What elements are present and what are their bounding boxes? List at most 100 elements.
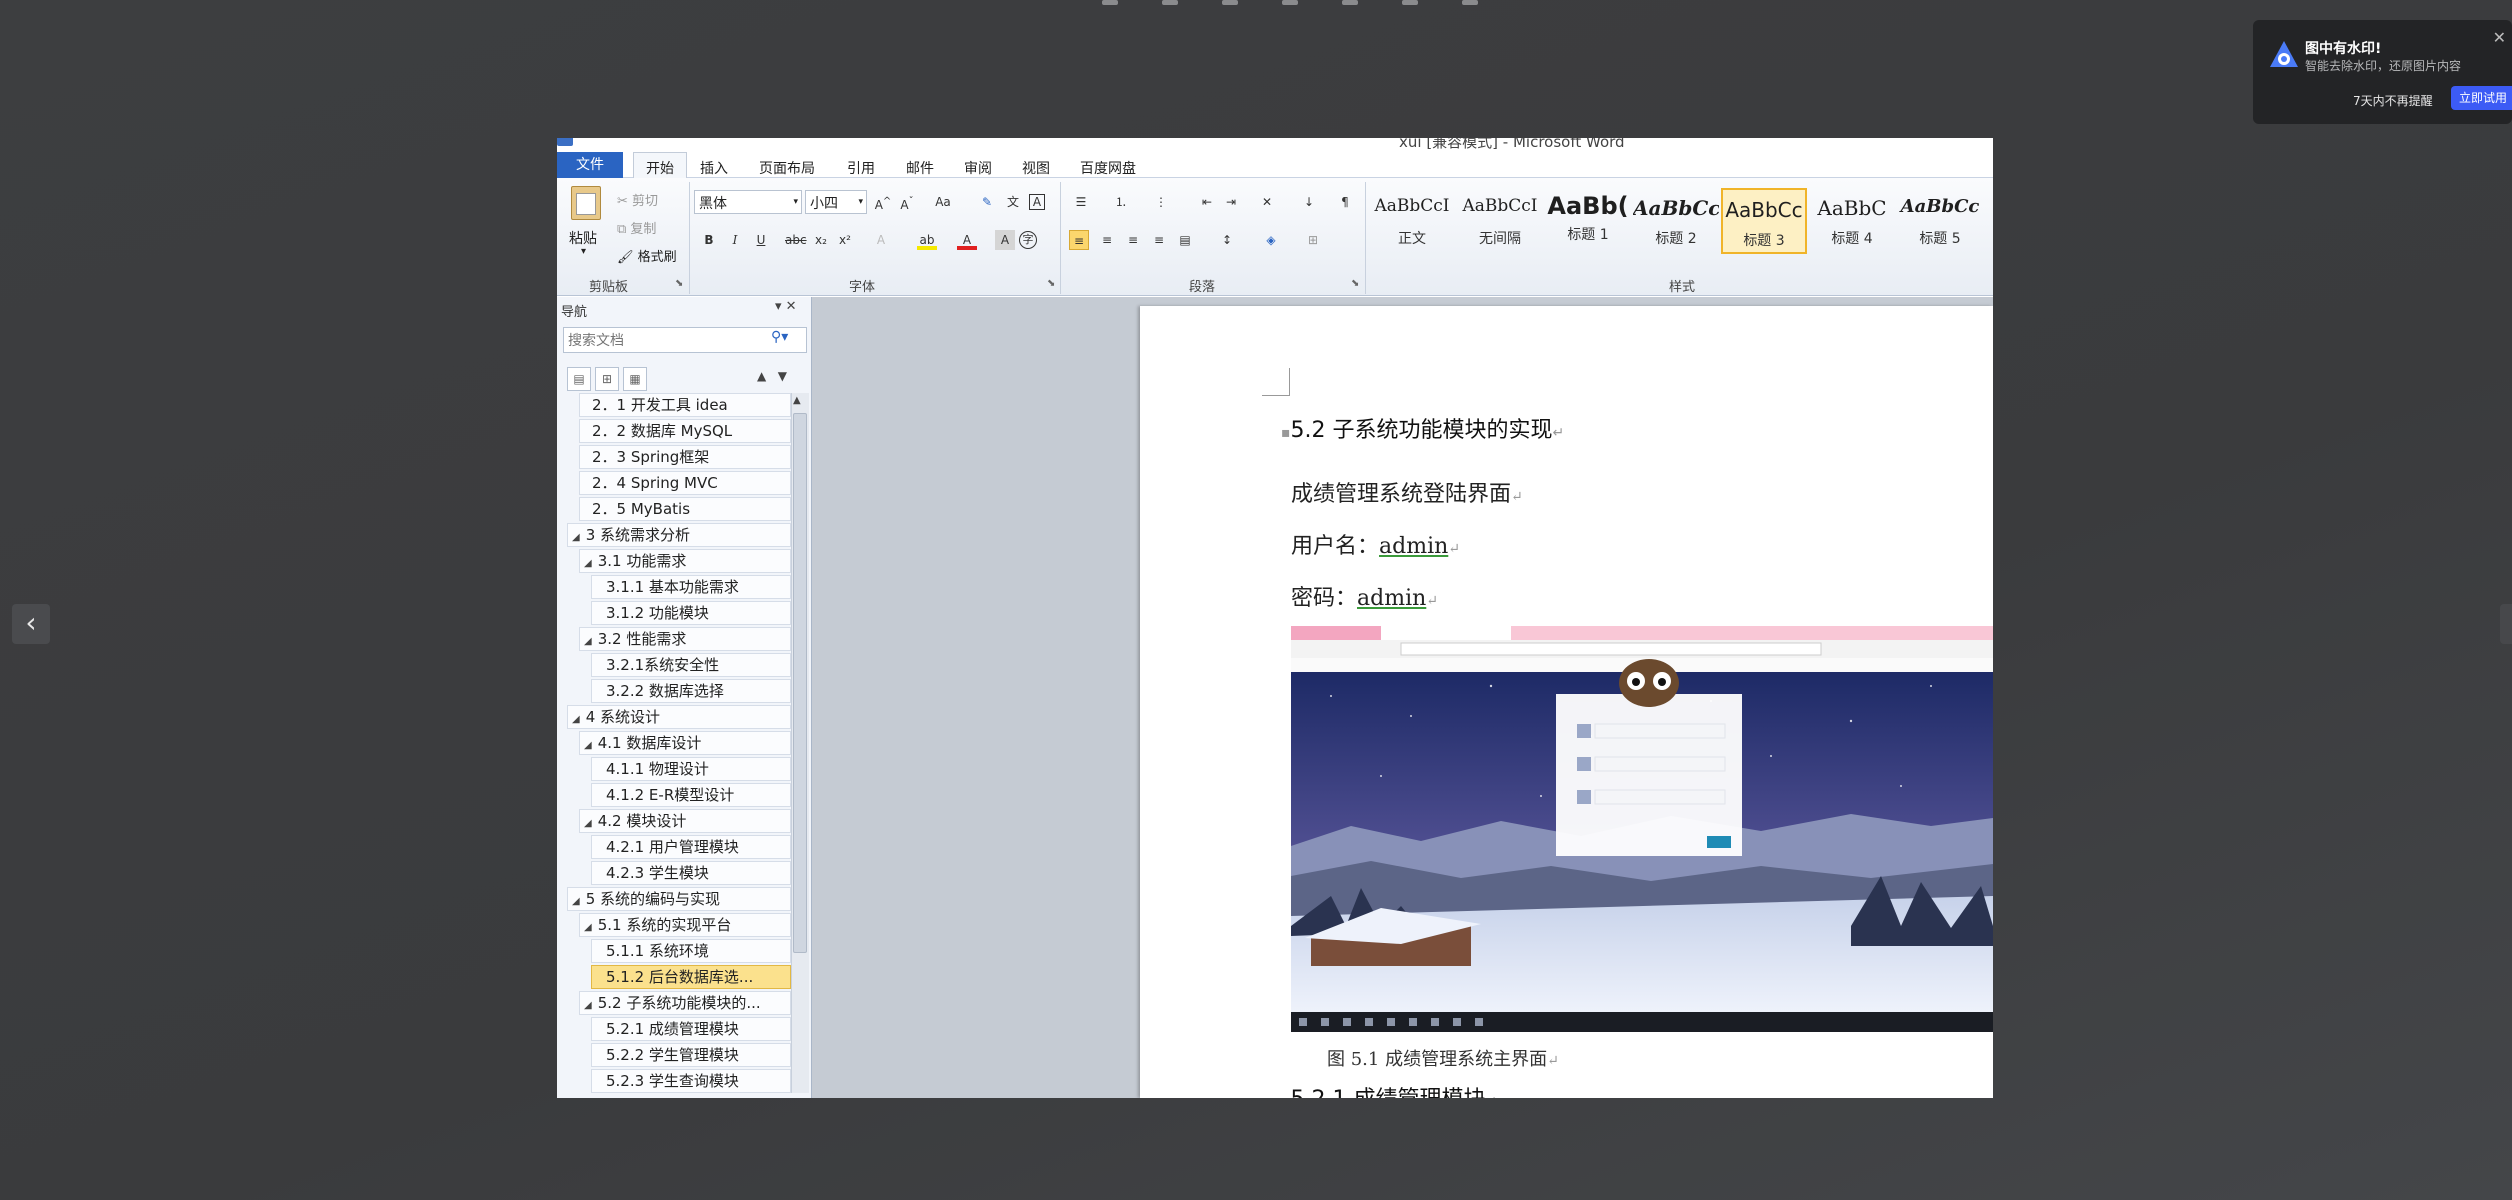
phonetic-guide-icon[interactable]: 文 [1003, 192, 1023, 212]
collapse-triangle-icon[interactable]: ◢ [584, 636, 592, 647]
shrink-font-icon[interactable]: Aˇ [897, 192, 917, 212]
figure-caption[interactable]: 图 5.1 成绩管理系统主界面↵ [1327, 1045, 1559, 1071]
paste-button[interactable]: 粘贴 [569, 228, 597, 248]
nav-heading-item[interactable]: 4.2.3 学生模块 [591, 861, 791, 885]
font-color-icon[interactable]: A [957, 230, 977, 250]
collapse-triangle-icon[interactable]: ◢ [584, 922, 592, 933]
toolbar-button[interactable] [1222, 0, 1238, 5]
tab-baidu-netdisk[interactable]: 百度网盘 [1080, 158, 1136, 178]
style-normal[interactable]: AaBbCcI 正文 [1369, 188, 1455, 254]
tab-home[interactable]: 开始 [633, 152, 687, 179]
nav-heading-item[interactable]: 5.1.1 系统环境 [591, 939, 791, 963]
toolbar-button[interactable] [1402, 0, 1418, 5]
close-icon[interactable]: ✕ [2493, 28, 2506, 47]
tab-insert[interactable]: 插入 [700, 158, 728, 178]
copy-button[interactable]: ⧉ 复制 [617, 218, 656, 237]
format-painter-button[interactable]: 🖌 格式刷 [617, 246, 677, 265]
collapse-triangle-icon[interactable]: ◢ [584, 558, 592, 569]
collapse-triangle-icon[interactable]: ◢ [572, 896, 580, 907]
nav-heading-item[interactable]: 5.2.2 学生管理模块 [591, 1043, 791, 1067]
distribute-icon[interactable]: ▤ [1175, 230, 1195, 250]
underline-icon[interactable]: U [751, 230, 771, 250]
italic-icon[interactable]: I [725, 230, 745, 250]
clear-format-icon[interactable]: ✎ [977, 192, 997, 212]
collapse-triangle-icon[interactable]: ◢ [584, 1000, 592, 1011]
nav-heading-item[interactable]: 3.1.1 基本功能需求 [591, 575, 791, 599]
collapse-triangle-icon[interactable]: ◢ [584, 740, 592, 751]
nav-options-icon[interactable]: ▾ [775, 299, 786, 314]
style-heading-1[interactable]: AaBb( 标题 1 [1545, 188, 1631, 254]
strikethrough-icon[interactable]: abc [785, 230, 807, 250]
nav-heading-item[interactable]: 5.2.3 学生查询模块 [591, 1069, 791, 1093]
dialog-launcher-icon[interactable]: ⬊ [1351, 278, 1359, 289]
borders-icon[interactable]: ⊞ [1303, 230, 1323, 250]
collapse-triangle-icon[interactable]: ◢ [572, 714, 580, 725]
nav-heading-item[interactable]: 4.2.1 用户管理模块 [591, 835, 791, 859]
headings-view-tab[interactable]: ▤ [567, 367, 591, 391]
nav-heading-item[interactable]: ◢ 3 系统需求分析 [567, 523, 791, 547]
font-name-combo[interactable]: 黑体 ▾ [694, 190, 802, 214]
change-case-icon[interactable]: Aa [933, 192, 953, 212]
dialog-launcher-icon[interactable]: ⬊ [1047, 278, 1055, 289]
login-screenshot-image[interactable] [1291, 626, 1993, 1032]
bold-icon[interactable]: B [699, 230, 719, 250]
collapse-triangle-icon[interactable]: ◢ [584, 818, 592, 829]
cut-button[interactable]: ✂ 剪切 [617, 190, 658, 209]
nav-heading-item[interactable]: 3.2.2 数据库选择 [591, 679, 791, 703]
toolbar-button[interactable] [1282, 0, 1298, 5]
dialog-launcher-icon[interactable]: ⬊ [675, 278, 683, 289]
nav-heading-item[interactable]: 2．5 MyBatis [579, 497, 791, 521]
tab-review[interactable]: 审阅 [964, 158, 992, 178]
chinese-layout-icon[interactable]: ✕ [1257, 192, 1277, 212]
nav-heading-item[interactable]: ◢ 5 系统的编码与实现 [567, 887, 791, 911]
enclose-char-icon[interactable]: 字 [1019, 231, 1037, 249]
numbering-icon[interactable]: ⒈ [1111, 192, 1131, 212]
previous-image-button[interactable]: ‹ [12, 604, 50, 644]
nav-heading-item[interactable]: ◢ 5.1 系统的实现平台 [579, 913, 791, 937]
nav-heading-item[interactable]: 3.2.1系统安全性 [591, 653, 791, 677]
tab-page-layout[interactable]: 页面布局 [759, 158, 815, 178]
style-heading-5[interactable]: AaBbCc 标题 5 [1897, 188, 1983, 254]
arrow-up-icon[interactable]: ▲ [757, 369, 766, 383]
sort-icon[interactable]: ↓ [1299, 192, 1319, 212]
subscript-icon[interactable]: x₂ [811, 230, 831, 250]
align-center-icon[interactable]: ≡ [1097, 230, 1117, 250]
tab-references[interactable]: 引用 [847, 158, 875, 178]
nav-heading-item[interactable]: 4.1.1 物理设计 [591, 757, 791, 781]
nav-heading-item[interactable]: 2．3 Spring框架 [579, 445, 791, 469]
dismiss-7days-link[interactable]: 7天内不再提醒 [2353, 92, 2433, 109]
align-right-icon[interactable]: ≡ [1123, 230, 1143, 250]
highlight-icon[interactable]: ab [917, 230, 937, 250]
heading-5-2-1[interactable]: ▪5.2.1 成绩管理模块↵ [1281, 1081, 1497, 1098]
shading-icon[interactable]: ◈ [1261, 230, 1281, 250]
nav-heading-item[interactable]: 4.1.2 E-R模型设计 [591, 783, 791, 807]
nav-heading-item[interactable]: 5.2.1 成绩管理模块 [591, 1017, 791, 1041]
superscript-icon[interactable]: x² [835, 230, 855, 250]
char-border-icon[interactable]: A [1029, 194, 1045, 210]
nav-heading-item[interactable]: 2．1 开发工具 idea [579, 393, 791, 417]
nav-heading-item[interactable]: 2．4 Spring MVC [579, 471, 791, 495]
nav-heading-item[interactable]: 5.1.2 后台数据库选... [591, 965, 791, 989]
arrow-down-icon[interactable]: ▼ [778, 369, 787, 383]
line-spacing-icon[interactable]: ↕ [1217, 230, 1237, 250]
paste-dropdown-icon[interactable]: ▾ [581, 246, 586, 257]
tab-file[interactable]: 文件 [557, 152, 623, 178]
toolbar-button[interactable] [1102, 0, 1118, 5]
bullets-icon[interactable]: ☰ [1071, 192, 1091, 212]
next-image-button[interactable] [2500, 604, 2512, 644]
nav-heading-item[interactable]: ◢ 3.1 功能需求 [579, 549, 791, 573]
char-shading-icon[interactable]: A [995, 230, 1015, 250]
nav-heading-item[interactable]: ◢ 4 系统设计 [567, 705, 791, 729]
style-heading-4[interactable]: AaBbC 标题 4 [1809, 188, 1895, 254]
toolbar-button[interactable] [1162, 0, 1178, 5]
multilevel-list-icon[interactable]: ⋮ [1151, 192, 1171, 212]
nav-scrollbar-thumb[interactable] [793, 413, 807, 953]
nav-heading-item[interactable]: ◢ 4.2 模块设计 [579, 809, 791, 833]
tab-view[interactable]: 视图 [1022, 158, 1050, 178]
close-icon[interactable]: ✕ [786, 299, 797, 314]
nav-heading-item[interactable]: ◢ 4.1 数据库设计 [579, 731, 791, 755]
paragraph-username[interactable]: 用户名：admin↵ [1291, 528, 1460, 560]
paragraph-password[interactable]: 密码：admin↵ [1291, 580, 1438, 612]
heading-5-2[interactable]: ▪5.2 子系统功能模块的实现↵ [1281, 412, 1564, 444]
tab-mailings[interactable]: 邮件 [906, 158, 934, 178]
